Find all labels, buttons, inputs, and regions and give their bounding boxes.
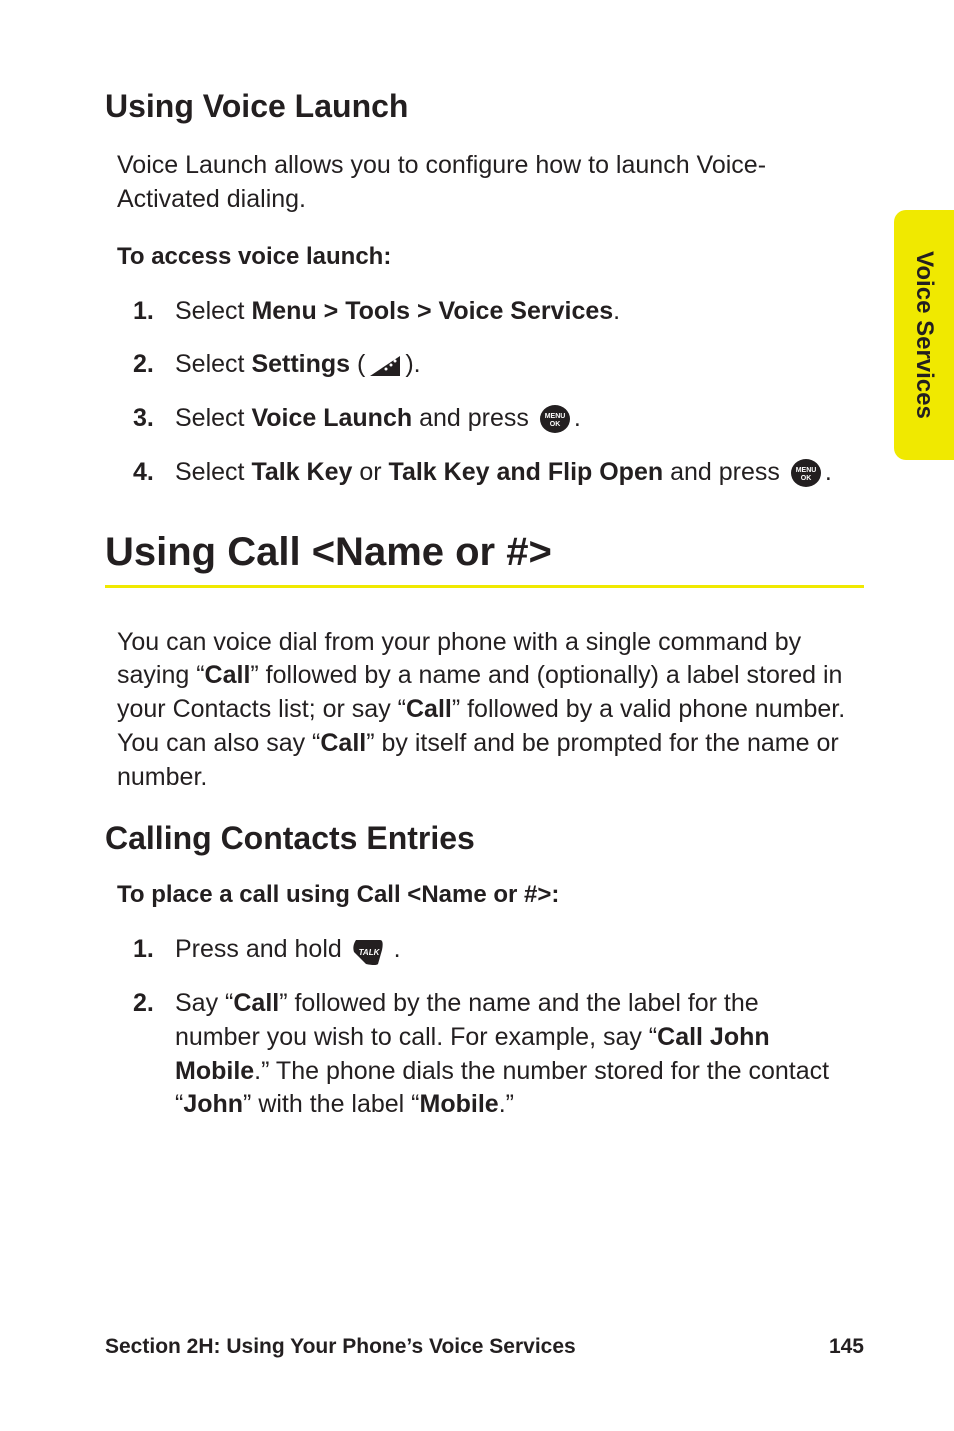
step-text: Select Talk Key or Talk Key and Flip Ope… — [175, 456, 845, 490]
svg-text:TALK: TALK — [358, 948, 380, 957]
section-side-tab: Voice Services — [894, 210, 954, 460]
page-footer: Section 2H: Using Your Phone’s Voice Ser… — [105, 1335, 864, 1359]
step-text: Press and hold TALK . — [175, 933, 845, 967]
svg-text:MENU: MENU — [545, 413, 566, 420]
page-number: 145 — [829, 1335, 864, 1359]
svg-text:OK: OK — [801, 475, 812, 482]
calling-contacts-steps: 1. Press and hold TALK . 2. Say “Call” f… — [105, 933, 845, 1122]
step-number: 1. — [133, 933, 175, 967]
step-1: 1. Select Menu > Tools > Voice Services. — [133, 295, 845, 329]
step-number: 2. — [133, 987, 175, 1021]
step-number: 1. — [133, 295, 175, 329]
step-number: 2. — [133, 348, 175, 382]
step-2: 2. Say “Call” followed by the name and t… — [133, 987, 845, 1122]
calling-contacts-sublabel: To place a call using Call <Name or #>: — [105, 881, 864, 909]
step-text: Say “Call” followed by the name and the … — [175, 987, 845, 1122]
step-2: 2. Select Settings (). — [133, 348, 845, 382]
heading-underline — [105, 585, 864, 588]
step-number: 4. — [133, 456, 175, 490]
calling-contacts-heading: Calling Contacts Entries — [105, 820, 864, 857]
step-4: 4. Select Talk Key or Talk Key and Flip … — [133, 456, 845, 490]
voice-launch-intro: Voice Launch allows you to configure how… — [105, 149, 864, 217]
using-call-heading: Using Call <Name or #> — [105, 530, 864, 575]
using-call-intro: You can voice dial from your phone with … — [105, 626, 864, 795]
step-1: 1. Press and hold TALK . — [133, 933, 845, 967]
voice-launch-sublabel: To access voice launch: — [105, 243, 864, 271]
svg-text:OK: OK — [550, 421, 561, 428]
voice-launch-steps: 1. Select Menu > Tools > Voice Services.… — [105, 295, 845, 490]
side-tab-label: Voice Services — [910, 251, 938, 419]
step-text: Select Menu > Tools > Voice Services. — [175, 295, 845, 329]
voice-launch-heading: Using Voice Launch — [105, 88, 864, 125]
settings-icon — [368, 354, 402, 378]
step-text: Select Settings (). — [175, 348, 845, 382]
page-content: Using Voice Launch Voice Launch allows y… — [0, 0, 954, 1431]
svg-text:MENU: MENU — [796, 467, 817, 474]
menu-ok-icon: MENUOK — [790, 457, 822, 489]
step-number: 3. — [133, 402, 175, 436]
footer-section-label: Section 2H: Using Your Phone’s Voice Ser… — [105, 1335, 576, 1359]
menu-ok-icon: MENUOK — [539, 403, 571, 435]
step-3: 3. Select Voice Launch and press MENUOK. — [133, 402, 845, 436]
step-text: Select Voice Launch and press MENUOK. — [175, 402, 845, 436]
talk-key-icon: TALK — [352, 936, 384, 966]
